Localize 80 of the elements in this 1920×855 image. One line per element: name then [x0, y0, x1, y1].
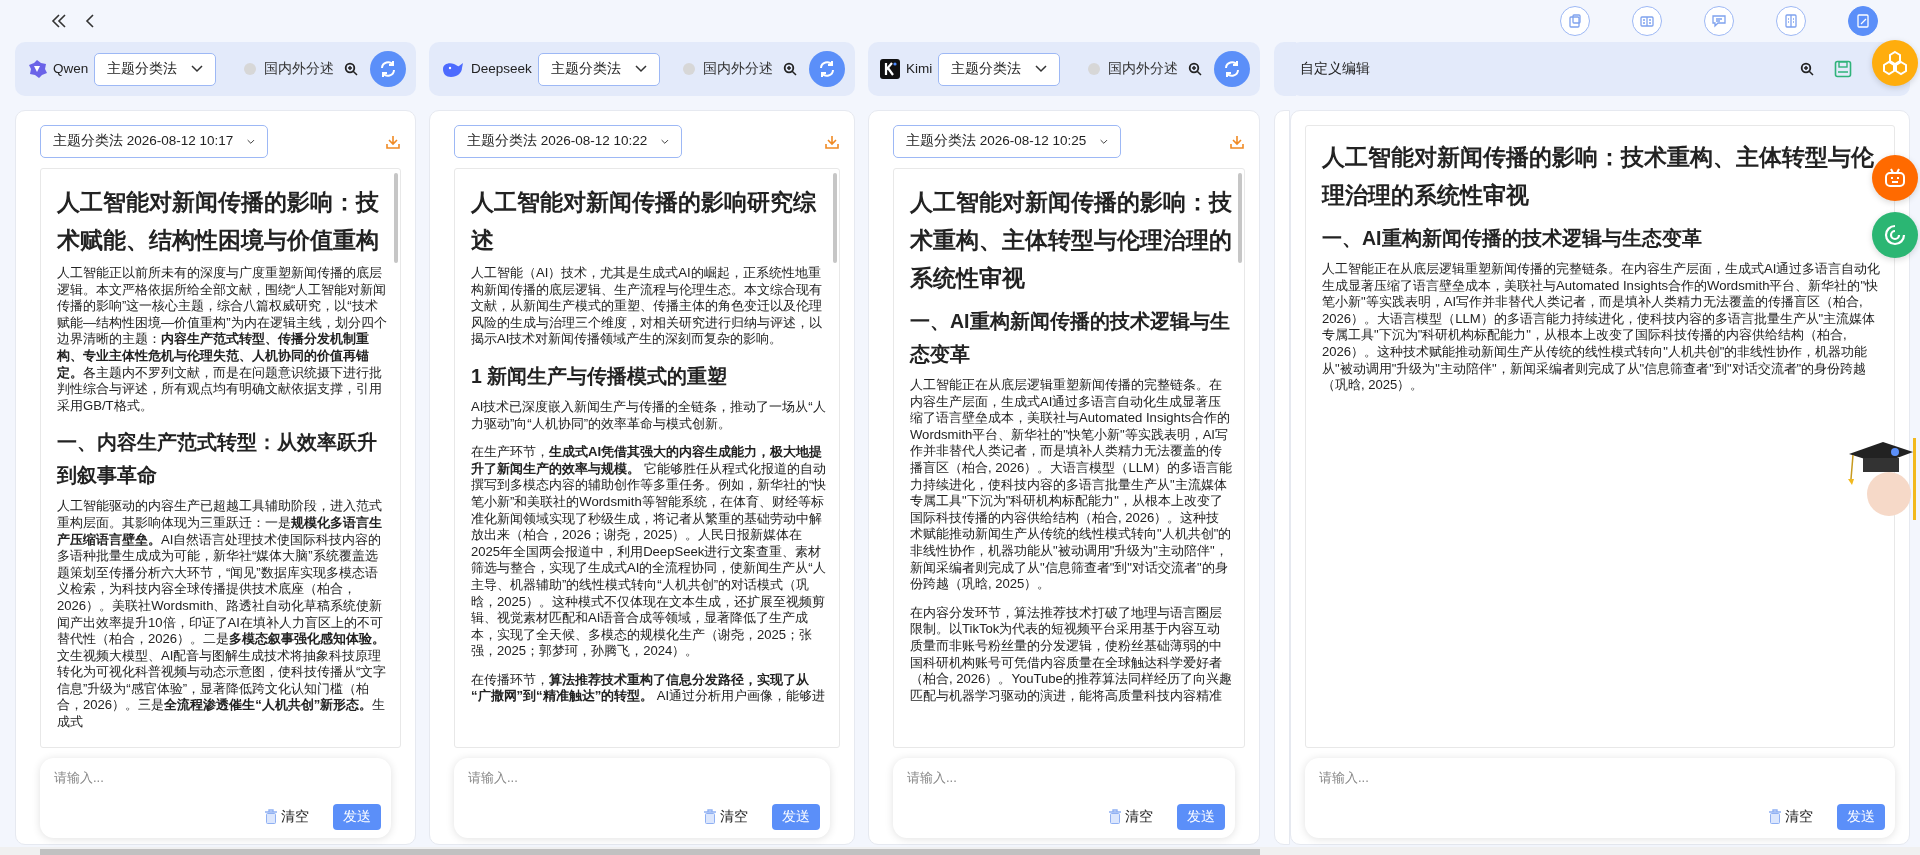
- spiral-icon: [1883, 223, 1907, 247]
- caret-icon: [1035, 65, 1048, 73]
- star-logo-icon: [27, 59, 47, 79]
- double-chevron-left-icon[interactable]: [50, 13, 68, 29]
- download-icon[interactable]: [1229, 133, 1245, 150]
- caret-icon: [661, 137, 669, 146]
- zoom-in-icon[interactable]: [344, 62, 358, 76]
- cubes-button[interactable]: [1872, 40, 1918, 86]
- section-heading: 一、内容生产范式转型：从效率跃升到叙事革命: [57, 430, 378, 489]
- option-radio[interactable]: 国内外分述: [244, 58, 334, 80]
- download-icon[interactable]: [385, 133, 401, 150]
- document-title: 人工智能对新闻传播的影响：技术赋能、结构性困境与价值重构: [57, 188, 380, 255]
- history-dropdown[interactable]: 主题分类法 2026-08-12 10:22: [454, 125, 682, 158]
- paragraph: 人工智能正在从底层逻辑重塑新闻传播的完整链条。在内容生产层面，生成式AI通过多语言自动化生成显著压缩了语言壁垒成本，美联社与Automated Insights合作的Wordsmith平台、新华社的"快笔小新"等实践表明，AI写作并非替代人类记者，而是填补人类精力无法覆盖的传播盲区（柏合, 2026）。大语言模型（LLM）的多语言能力持续进化，使科技内容的多语言批量生产从"主流媒体专属工具"下沉为"科研机构标配能力"，从根本上改变了国际科技传播的内容供给结构（柏合, 2026）。这种技术赋能推动新闻生产从传统的线性模式转向"人机共创"的非线性协作，机器功能从"被动调用"升级为"主动陪伴"，新闻采编者则完成了从"信息筛查者"到"对话交流者"的身份跨越（巩晗, 2025）。: [1322, 261, 1882, 394]
- scrollbar-thumb[interactable]: [40, 849, 1260, 855]
- paragraph: 人工智能（AI）技术，尤其是生成式AI的崛起，正系统性地重构新闻传播的底层逻辑、生产流程与伦理生态。本文综合现有文献，从新闻生产模式的重塑、传播主体的角色变迁以及伦理风险的生成与治理三个维度，对相关研究进行归纳与评述，以揭示AI技术对新闻传播领域产生的深刻而复杂的影响。: [471, 265, 823, 348]
- paragraph: 人工智能驱动的内容生产已超越工具辅助阶段，进入范式重构层面。其影响体现为三重跃迁：一是规模化多语言生产压缩语言壁垒。AI自然语言处理技术使国际科技内容的多语种批量生成成为可能，新华社“媒体大脑”系统覆盖选题策划至传播分析六大环节，“闻见”数据库实现多模态语义检索，为科技内容全球传播提供技术底座（柏合，2026）。美联社Wordsmith、路透社自动化草稿系统使新闻产出效率提升10倍，印证了AI在填补人力盲区上的不可替代性（柏合，2026）。二是多模态叙事强化感知体验。文生视频大模型、AI配音与图解生成技术将抽象科技原理转化为可视化科普视频与动态示意图，使科技传播从“文字信息”升级为“感官体验”，显著降低跨文化认知门槛（柏合，2026）。三是全流程渗透催生“人机共创”新形态。生成式: [57, 498, 388, 731]
- model-name: Deepseek: [471, 59, 532, 78]
- refresh-icon: [1222, 59, 1242, 79]
- paragraph: 人工智能正以前所未有的深度与广度重塑新闻传播的底层逻辑。本文严格依据所给全部文献，围绕“人工智能对新闻传播的影响”这一核心主题，综合八篇权威研究，以“技术赋能—结构性困境—价值重构”为内在逻辑主线，划分四个边界清晰的主题：内容生产范式转型、传播分发机制重构、专业主体性危机与伦理失范、人机协同的价值再锚定。各主题内不罗列文献，而是在问题意识统摄下进行批判性综合与评述，所有观点均有明确文献依据支撑，引用采用GB/T格式。: [57, 265, 388, 415]
- caret-icon: [247, 137, 255, 146]
- edit-icon[interactable]: [1848, 6, 1878, 36]
- history-dropdown[interactable]: 主题分类法 2026-08-12 10:25: [893, 125, 1121, 158]
- clear-button[interactable]: 清空: [1768, 806, 1813, 827]
- zoom-in-icon[interactable]: [1800, 62, 1814, 76]
- option-radio[interactable]: 国内外分述: [683, 58, 773, 80]
- caret-icon: [191, 65, 204, 73]
- square-logo-icon: [880, 59, 900, 79]
- trash-icon: [1768, 808, 1782, 825]
- book-icon[interactable]: [1632, 6, 1662, 36]
- section-heading: 一、AI重构新闻传播的技术逻辑与生态变革: [1322, 226, 1703, 251]
- method-dropdown[interactable]: 主题分类法: [938, 52, 1061, 86]
- document-title: 人工智能对新闻传播的影响：技术重构、主体转型与伦理治理的系统性审视: [1322, 143, 1875, 210]
- robot-icon: [1882, 166, 1908, 190]
- refresh-button[interactable]: [370, 51, 406, 87]
- paragraph: 人工智能正在从底层逻辑重塑新闻传播的完整链条。在内容生产层面，生成式AI通过多语言自动化生成显著压缩了语言壁垒成本，美联社与Automated Insights合作的Wordsmith平台、新华社的"快笔小新"等实践表明，AI写作并非替代人类记者，而是填补人类精力无法覆盖的传播盲区（柏合, 2026）。大语言模型（LLM）的多语言能力持续进化，使科技内容的多语言批量生产从"主流媒体专属工具"下沉为"科研机构标配能力"，从根本上改变了国际科技传播的内容供给结构（柏合, 2026）。这种技术赋能推动新闻生产从传统的线性模式转向"人机共创"的非线性协作，机器功能从"被动调用"升级为"主动陪伴"，新闻采编者则完成了从"信息筛查者"到"对话交流者"的身份跨越（巩晗, 2025）。: [910, 377, 1232, 593]
- message-input[interactable]: 请输入...: [1319, 768, 1885, 804]
- trash-icon: [264, 808, 278, 825]
- caret-icon: [634, 65, 647, 73]
- document-title: 人工智能对新闻传播的影响：技术重构、主体转型与伦理治理的系统性审视: [910, 188, 1232, 293]
- documents-icon[interactable]: [1560, 6, 1590, 36]
- refresh-button[interactable]: [809, 51, 845, 87]
- document-title: 人工智能对新闻传播的影响研究综述: [471, 188, 817, 255]
- clear-button[interactable]: 清空: [264, 806, 309, 827]
- whale-icon: [441, 60, 465, 78]
- method-dropdown[interactable]: 主题分类法: [537, 52, 660, 86]
- message-input[interactable]: 请输入...: [54, 768, 381, 804]
- chat-icon[interactable]: [1704, 6, 1734, 36]
- trash-icon: [1108, 808, 1122, 825]
- zoom-in-icon[interactable]: [783, 62, 797, 76]
- compare-icon[interactable]: [1776, 6, 1806, 36]
- refresh-button[interactable]: [1214, 51, 1250, 87]
- cubes-icon: [1881, 50, 1909, 76]
- scrollbar-thumb[interactable]: [394, 173, 398, 263]
- message-input[interactable]: 请输入...: [907, 768, 1225, 804]
- model-name: Qwen: [53, 59, 89, 78]
- chevron-left-icon[interactable]: [84, 13, 96, 29]
- scrollbar-thumb[interactable]: [833, 173, 837, 263]
- message-input[interactable]: 请输入...: [468, 768, 820, 804]
- download-icon[interactable]: [824, 133, 840, 150]
- trash-icon: [703, 808, 717, 825]
- option-radio[interactable]: 国内外分述: [1088, 58, 1178, 80]
- method-dropdown[interactable]: 主题分类法: [94, 52, 217, 86]
- clear-button[interactable]: 清空: [703, 806, 748, 827]
- paragraph: AI技术已深度嵌入新闻生产与传播的全链条，推动了一场从“人力驱动”向“人机协同”的效率革命与模式创新。: [471, 398, 827, 433]
- section-heading: 一、AI重构新闻传播的技术逻辑与生态变革: [910, 309, 1231, 367]
- paragraph: 在传播环节，算法推荐技术重构了信息分发路径，实现了从“广撒网”到“精准触达”的转型。 AI通过分析用户画像，能够进: [471, 671, 827, 706]
- zoom-in-icon[interactable]: [1188, 62, 1202, 76]
- paragraph: 在生产环节，生成式AI凭借其强大的内容生成能力，极大地提升了新闻生产的效率与规模。 它能够胜任从程式化报道的自动撰写到多模态内容的辅助创作等多重任务。例如，新华社的“快笔小新”和美联社的Wordsmith等智能系统，在体育、财经等标准化新闻领域实现了秒级生成，将记者从繁重的基础劳动中解放出来（柏合，2026；谢尧，2025）。人民日报新媒体在2025年全国两会报道中，利用DeepSeek进行文案查重、素材筛选与整合，实现了生成式AI的全流程协同，使新闻生产从“人主导、机器辅助”的线性模式转向“人机共创”的对话模式（巩晗，2025）。这种模式不仅体现在文本生成，还扩展至视频剪辑、视觉素材匹配和AI语音合成等领域，显著降低了生产成本，实现了全天候、多模态的规模化生产（谢尧，2025；张强，2025；郭梦珂，孙腾飞，2024）。: [471, 444, 827, 660]
- model-name: Kimi: [906, 59, 933, 78]
- paragraph: 在内容分发环节，算法推荐技术打破了地理与语言圈层限制。以TikTok为代表的短视频平台采用基于内容互动质量而非账号粉丝量的分发逻辑，使粉丝基础薄弱的中国科研机构账号可凭借内容质量在全球触达科学爱好者（柏合, 2026）。YouTube的推荐算法同样经历了向兴趣匹配与机器学习驱动的演进，能将高质量科技内容精准: [910, 604, 1232, 705]
- panel-title: 自定义编辑: [1300, 59, 1370, 78]
- clear-button[interactable]: 清空: [1108, 806, 1153, 827]
- caret-icon: [1100, 137, 1108, 146]
- section-heading: 1 新闻生产与传播模式的重塑: [471, 363, 729, 389]
- save-icon[interactable]: [1834, 60, 1852, 78]
- refresh-icon: [378, 59, 398, 79]
- refresh-icon: [817, 59, 837, 79]
- scrollbar-thumb[interactable]: [1238, 173, 1242, 263]
- history-dropdown[interactable]: 主题分类法 2026-08-12 10:17: [40, 125, 268, 158]
